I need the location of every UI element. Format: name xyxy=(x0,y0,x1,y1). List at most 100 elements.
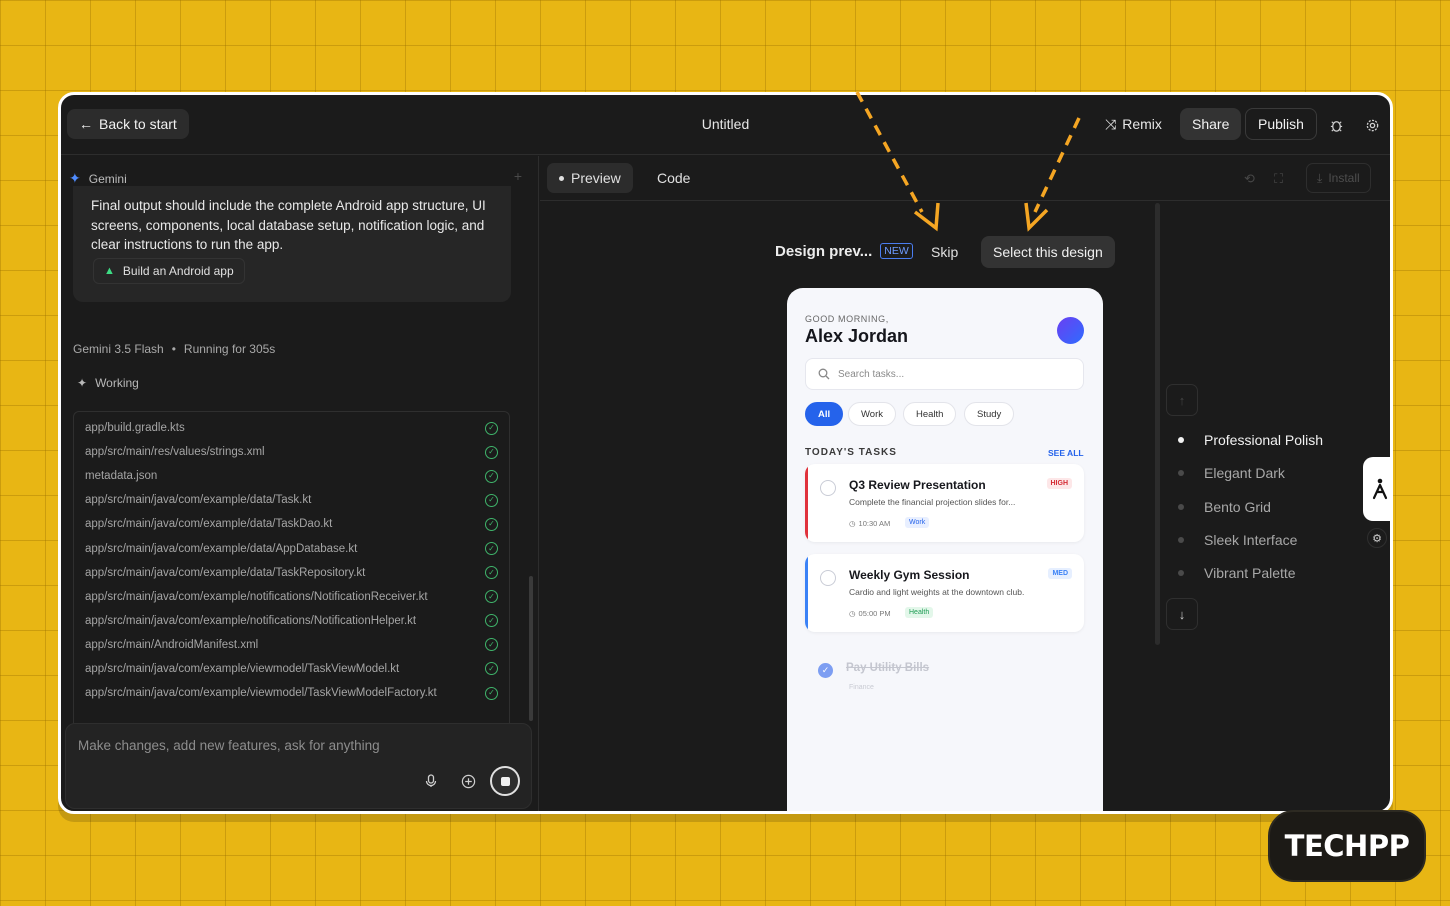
task-time-text: 10:30 AM xyxy=(858,519,891,528)
install-icon: ⤓ xyxy=(1317,170,1323,185)
remix-label: Remix xyxy=(1122,116,1162,132)
task-checkbox[interactable] xyxy=(820,570,836,586)
phone-preview: GOOD MORNING, Alex Jordan Search tasks..… xyxy=(787,288,1103,811)
bug-icon[interactable] xyxy=(1326,115,1346,135)
settings-icon[interactable] xyxy=(1362,115,1382,135)
arrow-left-icon: ← xyxy=(79,116,93,132)
select-design-button[interactable]: Select this design xyxy=(981,236,1115,268)
publish-button[interactable]: Publish xyxy=(1245,108,1317,140)
file-path: app/src/main/java/com/example/data/TaskD… xyxy=(85,518,333,531)
file-path: app/src/main/java/com/example/data/AppDa… xyxy=(85,542,358,555)
chip-label: Build an Android app xyxy=(122,264,234,278)
task-title: Weekly Gym Session xyxy=(849,568,970,582)
priority-bar xyxy=(805,554,808,632)
gear-icon[interactable]: ⚙ xyxy=(1367,528,1387,548)
chat-scrollbar[interactable] xyxy=(529,576,533,721)
file-row[interactable]: app/src/main/java/com/example/data/TaskR… xyxy=(74,561,509,585)
remix-icon: ⤨ xyxy=(1105,115,1117,132)
option-label: Professional Polish xyxy=(1204,432,1324,448)
file-row[interactable]: metadata.json ✓ xyxy=(74,464,509,488)
file-row[interactable]: app/src/main/res/values/strings.xml ✓ xyxy=(74,440,509,464)
file-path: app/src/main/java/com/example/notificati… xyxy=(85,590,428,603)
design-preview-header: Design prev... NEW xyxy=(775,235,913,267)
design-option[interactable]: Professional Polish xyxy=(1178,430,1323,450)
file-row[interactable]: app/src/main/java/com/example/data/TaskD… xyxy=(74,512,509,536)
task-description: Complete the financial projection slides… xyxy=(849,497,1016,507)
design-option[interactable]: Bento Grid xyxy=(1178,497,1271,517)
file-row[interactable]: app/src/main/java/com/example/data/AppDa… xyxy=(74,536,509,560)
option-dot xyxy=(1178,570,1184,576)
see-all-link[interactable]: SEE ALL xyxy=(1048,448,1084,458)
add-circle-icon[interactable] xyxy=(453,766,483,796)
filter-all[interactable]: All xyxy=(805,402,844,426)
file-row[interactable]: app/build.gradle.kts ✓ xyxy=(74,416,509,440)
stop-button[interactable] xyxy=(490,766,520,796)
file-path: app/src/main/res/values/strings.xml xyxy=(85,446,265,459)
watermark-text: TECHPP xyxy=(1284,829,1410,863)
clock-icon: ◷ xyxy=(849,519,856,528)
prompt-card: Final output should include the complete… xyxy=(73,186,511,302)
filter-health[interactable]: Health xyxy=(903,402,957,426)
gemini-sparkle-icon: ✦ xyxy=(69,170,81,186)
arrow-up-icon[interactable]: ↑ xyxy=(1166,384,1198,416)
skip-button[interactable]: Skip xyxy=(931,244,958,260)
accessibility-tab[interactable] xyxy=(1363,457,1390,521)
file-row[interactable]: app/src/main/java/com/example/notificati… xyxy=(74,609,509,633)
file-path: app/src/main/java/com/example/viewmodel/… xyxy=(85,662,400,675)
file-row[interactable]: app/src/main/AndroidManifest.xml ✓ xyxy=(74,633,509,657)
task-card[interactable]: Q3 Review Presentation Complete the fina… xyxy=(805,464,1084,542)
task-time-text: 05:00 PM xyxy=(858,609,891,618)
app-window: ← Back to start Untitled ⤨ Remix Share P… xyxy=(58,92,1393,814)
file-path: app/src/main/AndroidManifest.xml xyxy=(85,638,259,651)
completed-task-tag: Finance xyxy=(849,684,874,691)
check-circle-icon: ✓ xyxy=(485,421,498,435)
fullscreen-icon[interactable]: ⛶ xyxy=(1274,171,1283,187)
task-checkbox[interactable] xyxy=(820,480,836,496)
design-option[interactable]: Sleek Interface xyxy=(1178,530,1297,550)
filter-work[interactable]: Work xyxy=(848,402,896,426)
separator-dot: • xyxy=(171,342,176,356)
check-circle-icon: ✓ xyxy=(485,614,498,628)
file-path: app/build.gradle.kts xyxy=(85,422,185,435)
file-row[interactable]: app/src/main/java/com/example/viewmodel/… xyxy=(74,681,509,705)
task-search-input[interactable]: Search tasks... xyxy=(805,358,1084,390)
file-row[interactable]: app/src/main/java/com/example/viewmodel/… xyxy=(74,657,509,681)
design-option[interactable]: Elegant Dark xyxy=(1178,463,1285,483)
preview-scrollbar[interactable] xyxy=(1155,203,1160,645)
prompt-text: Final output should include the complete… xyxy=(91,198,486,252)
build-android-chip[interactable]: ▲ Build an Android app xyxy=(93,258,245,284)
task-card[interactable]: Weekly Gym Session Cardio and light weig… xyxy=(805,554,1084,632)
microphone-icon[interactable] xyxy=(416,766,446,796)
composer-input[interactable]: Make changes, add new features, ask for … xyxy=(78,738,380,753)
stop-icon xyxy=(500,776,510,786)
file-row[interactable]: app/src/main/java/com/example/data/Task.… xyxy=(74,488,509,512)
install-button[interactable]: ⤓ Install xyxy=(1306,163,1371,193)
option-dot xyxy=(1178,504,1184,510)
user-name: Alex Jordan xyxy=(805,326,909,346)
run-status: Gemini 3.5 Flash • Running for 305s xyxy=(73,342,275,356)
arrow-down-icon[interactable]: ↓ xyxy=(1166,598,1198,630)
design-option[interactable]: Vibrant Palette xyxy=(1178,563,1296,583)
chat-panel: ✦ Gemini + Final output should include t… xyxy=(61,156,539,811)
back-to-start-button[interactable]: ← Back to start xyxy=(67,109,189,139)
completed-check-icon[interactable]: ✓ xyxy=(818,663,833,678)
priority-bar xyxy=(805,464,808,542)
option-label: Sleek Interface xyxy=(1204,532,1298,548)
refresh-icon[interactable]: ⟲ xyxy=(1244,171,1255,187)
share-button[interactable]: Share xyxy=(1180,108,1242,140)
check-circle-icon: ✓ xyxy=(485,566,498,580)
plus-icon[interactable]: + xyxy=(514,168,522,184)
file-row[interactable]: app/src/main/java/com/example/notificati… xyxy=(74,585,509,609)
filter-study[interactable]: Study xyxy=(964,402,1015,426)
design-preview-title: Design prev... xyxy=(775,242,873,260)
tab-preview[interactable]: Preview xyxy=(547,163,633,193)
check-circle-icon: ✓ xyxy=(485,517,498,531)
tab-code[interactable]: Code xyxy=(645,163,702,193)
check-circle-icon: ✓ xyxy=(485,662,498,676)
task-description: Cardio and light weights at the downtown… xyxy=(849,587,1025,597)
task-time: ◷ 10:30 AM xyxy=(849,519,890,528)
remix-button[interactable]: ⤨ Remix xyxy=(1105,109,1162,139)
check-circle-icon: ✓ xyxy=(485,493,498,507)
avatar[interactable] xyxy=(1057,317,1084,344)
file-path: app/src/main/java/com/example/viewmodel/… xyxy=(85,687,437,700)
